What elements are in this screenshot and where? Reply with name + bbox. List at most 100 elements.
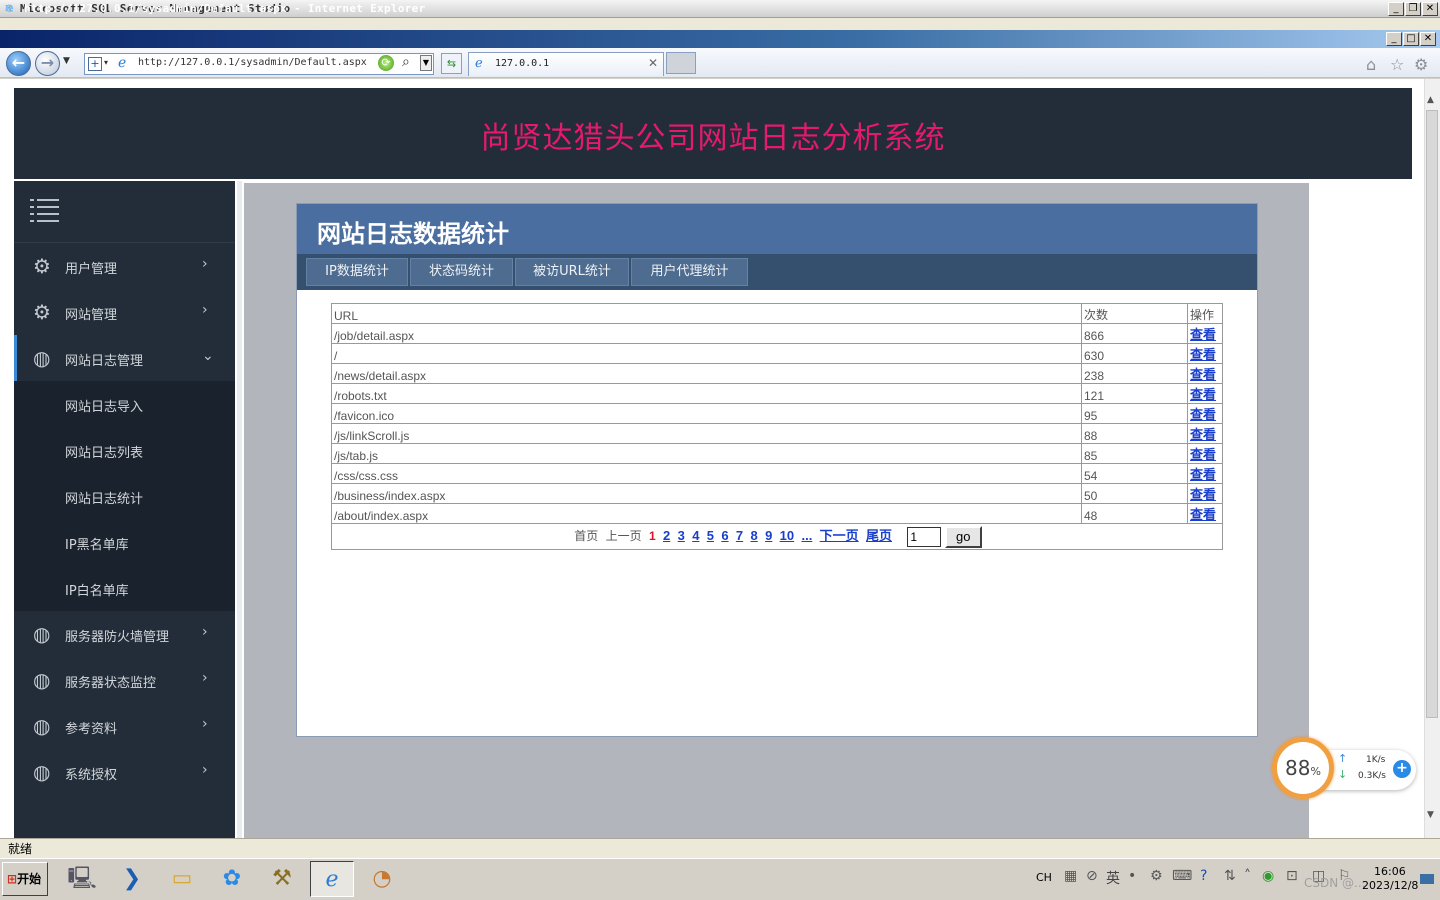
tab-ip-stats[interactable]: IP数据统计 <box>306 258 408 286</box>
view-link[interactable]: 查看 <box>1190 367 1216 382</box>
cloud-app-icon[interactable]: ✿ <box>210 861 254 897</box>
pager-next-link[interactable]: 下一页 <box>820 528 859 543</box>
favorites-star-icon[interactable]: ☆ <box>1390 55 1404 74</box>
ssms-menubar <box>0 18 1440 30</box>
view-link[interactable]: 查看 <box>1190 487 1216 502</box>
sidebar-subitem-log-import[interactable]: 网站日志导入 <box>14 381 235 427</box>
back-button[interactable]: ← <box>6 51 31 76</box>
memory-gauge[interactable]: 88% <box>1272 737 1334 799</box>
history-dropdown-icon[interactable]: ▼ <box>63 56 70 66</box>
forward-button[interactable]: → <box>35 51 60 76</box>
home-icon[interactable]: ⌂ <box>1366 55 1376 74</box>
file-explorer-icon[interactable]: ▭ <box>160 861 204 897</box>
ssms-restore-button[interactable]: ❐ <box>1405 2 1421 16</box>
chevron-right-icon: › <box>202 670 208 686</box>
sidebar-item-server-monitor[interactable]: ◍ 服务器状态监控 › <box>14 657 235 703</box>
tab-favicon-icon: ℯ <box>475 56 483 71</box>
tab-url-stats[interactable]: 被访URL统计 <box>515 258 629 286</box>
tab-user-agent-stats[interactable]: 用户代理统计 <box>631 258 748 286</box>
sidebar-subitem-ip-whitelist[interactable]: IP白名单库 <box>14 565 235 611</box>
view-link[interactable]: 查看 <box>1190 407 1216 422</box>
search-dropdown-icon[interactable]: ▼ <box>420 55 432 71</box>
pager-page-link[interactable]: 8 <box>751 528 758 543</box>
ie-statusbar <box>0 838 1440 858</box>
pager-page-link[interactable]: 3 <box>678 528 685 543</box>
ie-taskbar-icon[interactable]: ℯ <box>310 861 354 897</box>
hamburger-menu-icon[interactable] <box>30 198 60 224</box>
ie-minimize-button[interactable]: _ <box>1386 32 1402 46</box>
sidebar-subitem-ip-blacklist[interactable]: IP黑名单库 <box>14 519 235 565</box>
language-indicator[interactable]: 英 <box>1106 868 1120 888</box>
powershell-icon[interactable]: ❯ <box>110 861 154 897</box>
pager-last-link[interactable]: 尾页 <box>866 528 892 543</box>
view-link[interactable]: 查看 <box>1190 347 1216 362</box>
ssms-minimize-button[interactable]: _ <box>1388 2 1404 16</box>
settings-icon[interactable]: ⚙ <box>1150 868 1163 884</box>
boost-plus-icon[interactable]: + <box>1393 760 1411 778</box>
address-text[interactable]: http://127.0.0.1/sysadmin/Default.aspx <box>138 57 367 68</box>
refresh-icon[interactable]: ⟳ <box>378 55 394 71</box>
ie-close-button[interactable]: ✕ <box>1420 32 1436 46</box>
view-link[interactable]: 查看 <box>1190 387 1216 402</box>
sidebar-item-user-mgmt[interactable]: ⚙ 用户管理 › <box>14 243 235 289</box>
arrow-icon[interactable]: ⇅ <box>1224 868 1236 884</box>
punctuation-icon[interactable]: • <box>1128 868 1136 884</box>
ie-maximize-button[interactable]: □ <box>1403 32 1419 46</box>
pager-more-link[interactable]: ... <box>801 528 812 543</box>
scrollbar-thumb[interactable] <box>1426 110 1438 718</box>
pager-page-link[interactable]: 10 <box>780 528 794 543</box>
help-icon[interactable]: ? <box>1200 868 1207 884</box>
clock-time[interactable]: 16:06 <box>1374 865 1406 878</box>
pager-page-link[interactable]: 9 <box>765 528 772 543</box>
url-stats-table: URL 次数 操作 /job/detail.aspx 866 查看 / 630 … <box>331 303 1223 550</box>
pager-page-link[interactable]: 7 <box>736 528 743 543</box>
chevron-right-icon: › <box>202 716 208 732</box>
sidebar-item-label: 网站日志统计 <box>65 492 144 507</box>
chevron-down-icon[interactable]: ▾ <box>104 58 108 67</box>
start-button[interactable]: ⊞开始 <box>2 862 48 896</box>
server-manager-icon[interactable]: 🖳 <box>60 861 104 897</box>
sidebar-subitem-log-list[interactable]: 网站日志列表 <box>14 427 235 473</box>
sidebar-item-references[interactable]: ◍ 参考资料 › <box>14 703 235 749</box>
view-link[interactable]: 查看 <box>1190 447 1216 462</box>
scroll-up-icon[interactable]: ▲ <box>1427 95 1434 105</box>
ie-titlebar <box>0 30 1440 48</box>
compat-view-icon[interactable]: + <box>88 57 102 71</box>
block-icon[interactable]: ⊘ <box>1086 868 1098 884</box>
network-icon[interactable]: ⊡ <box>1286 868 1298 884</box>
pager-page-link[interactable]: 4 <box>692 528 699 543</box>
clock-date[interactable]: 2023/12/8 <box>1362 879 1418 892</box>
view-link[interactable]: 查看 <box>1190 467 1216 482</box>
pager-page-link[interactable]: 6 <box>721 528 728 543</box>
tools-gear-icon[interactable]: ⚙ <box>1414 55 1428 74</box>
sidebar-item-firewall[interactable]: ◍ 服务器防火墙管理 › <box>14 611 235 657</box>
compatibility-icon[interactable]: ⇆ <box>441 53 462 74</box>
soft-keyboard-icon[interactable]: ⌨ <box>1172 868 1192 884</box>
page-number-input[interactable] <box>907 526 942 547</box>
ssms-taskbar-icon[interactable]: ⚒ <box>260 861 304 897</box>
ssms-close-button[interactable]: ✕ <box>1422 2 1438 16</box>
new-tab-button[interactable] <box>666 52 696 74</box>
view-link[interactable]: 查看 <box>1190 327 1216 342</box>
go-button[interactable]: go <box>944 525 982 548</box>
view-link[interactable]: 查看 <box>1190 427 1216 442</box>
search-icon[interactable]: ⌕ <box>402 54 410 70</box>
sidebar-item-authorization[interactable]: ◍ 系统授权 › <box>14 749 235 795</box>
app-tray-icon[interactable]: ◉ <box>1262 868 1274 884</box>
show-desktop-icon[interactable] <box>1420 874 1434 884</box>
tab-status-code-stats[interactable]: 状态码统计 <box>410 258 513 286</box>
pager-page-link[interactable]: 2 <box>663 528 670 543</box>
sidebar-item-site-mgmt[interactable]: ⚙ 网站管理 › <box>14 289 235 335</box>
paint-icon[interactable]: ◔ <box>360 861 404 897</box>
tab-title[interactable]: 127.0.0.1 <box>495 58 549 69</box>
keyboard-icon[interactable]: ▦ <box>1064 868 1077 884</box>
pager-page-link[interactable]: 5 <box>707 528 714 543</box>
sidebar-item-log-mgmt[interactable]: ◍ 网站日志管理 ⌄ <box>14 335 235 381</box>
tab-close-icon[interactable]: ✕ <box>648 56 658 70</box>
show-hidden-icon[interactable]: ˄ <box>1244 868 1251 884</box>
scroll-down-icon[interactable]: ▼ <box>1427 810 1434 820</box>
table-row: /robots.txt 121 查看 <box>331 383 1223 404</box>
sidebar-subitem-log-stats[interactable]: 网站日志统计 <box>14 473 235 519</box>
input-method-indicator[interactable]: CH <box>1036 871 1052 884</box>
view-link[interactable]: 查看 <box>1190 507 1216 522</box>
